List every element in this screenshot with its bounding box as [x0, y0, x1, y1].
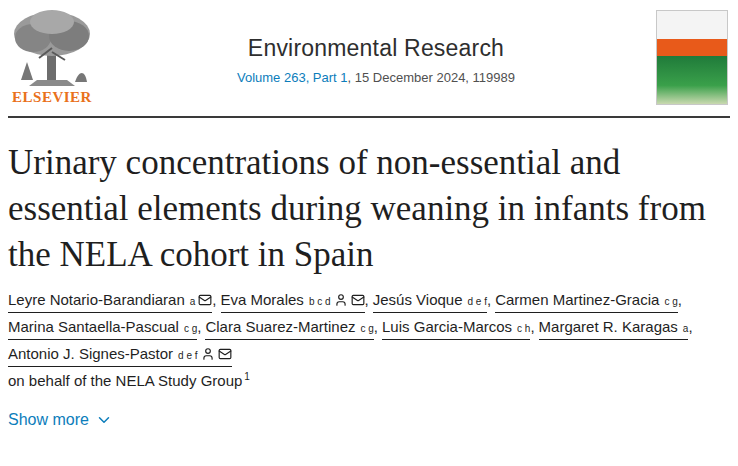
- author-link[interactable]: Antonio J. Signes-Pastord e f: [8, 342, 232, 367]
- publisher-logo[interactable]: ELSEVIER: [8, 8, 96, 106]
- author-link[interactable]: Leyre Notario-Barandiarana: [8, 288, 212, 313]
- footnote-mark[interactable]: 1: [244, 371, 250, 382]
- article-page: ELSEVIER Environmental Research Volume 263…: [0, 0, 738, 429]
- journal-info: Environmental Research Volume 263, Part 1…: [237, 29, 515, 85]
- author-item: Margaret R. Karagasa,: [539, 315, 693, 340]
- author-item: Carmen Martinez-Graciac g,: [495, 288, 682, 313]
- show-more-button[interactable]: Show more: [8, 411, 113, 429]
- issue-line: Volume 263, Part 1, 15 December 2024, 11…: [237, 70, 515, 85]
- person-icon: [201, 347, 215, 361]
- author-separator: ,: [487, 288, 491, 312]
- author-separator: ,: [530, 315, 534, 339]
- author-item: Clara Suarez-Martinezc g,: [205, 315, 378, 340]
- elsevier-tree-icon: [9, 8, 95, 88]
- author-separator: ,: [688, 315, 692, 339]
- chevron-down-icon: [95, 411, 113, 429]
- study-group: on behalf of the NELA Study Group1: [8, 369, 730, 393]
- author-link[interactable]: Clara Suarez-Martinezc g: [205, 315, 373, 340]
- author-item: Jesús Vioqued e f,: [373, 288, 491, 313]
- author-item: Antonio J. Signes-Pastord e f: [8, 342, 232, 367]
- author-link[interactable]: Carmen Martinez-Graciac g: [495, 288, 678, 313]
- envelope-icon: [218, 347, 232, 361]
- author-item: Eva Moralesb c d,: [221, 288, 369, 313]
- author-separator: ,: [374, 315, 378, 339]
- volume-link[interactable]: Volume 263, Part 1: [237, 70, 348, 85]
- journal-cover[interactable]: [656, 10, 728, 105]
- author-separator: ,: [678, 288, 682, 312]
- journal-name[interactable]: Environmental Research: [248, 35, 504, 62]
- author-item: Leyre Notario-Barandiarana,: [8, 288, 217, 313]
- author-link[interactable]: Jesús Vioqued e f: [373, 288, 487, 313]
- envelope-icon: [198, 293, 212, 307]
- author-link[interactable]: Marina Santaella-Pascualc g: [8, 315, 197, 340]
- person-icon: [334, 293, 348, 307]
- publisher-logo-text: ELSEVIER: [12, 89, 92, 106]
- author-item: Luis Garcia-Marcosc h,: [382, 315, 535, 340]
- author-item: Marina Santaella-Pascualc g,: [8, 315, 201, 340]
- author-separator: ,: [365, 288, 369, 312]
- article-title: Urinary concentrations of non-essential …: [8, 140, 730, 278]
- envelope-icon: [351, 293, 365, 307]
- author-link[interactable]: Luis Garcia-Marcosc h: [382, 315, 530, 340]
- author-list: Leyre Notario-Barandiarana,Eva Moralesb …: [8, 288, 730, 367]
- journal-header: ELSEVIER Environmental Research Volume 263…: [8, 0, 730, 118]
- author-separator: ,: [212, 288, 216, 312]
- author-separator: ,: [197, 315, 201, 339]
- author-link[interactable]: Eva Moralesb c d: [221, 288, 365, 313]
- author-link[interactable]: Margaret R. Karagasa: [539, 315, 689, 340]
